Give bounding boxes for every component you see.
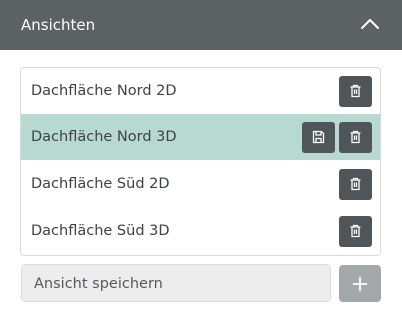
collapse-button[interactable] — [355, 11, 385, 39]
trash-icon — [350, 130, 361, 144]
delete-view-button[interactable] — [339, 76, 372, 107]
save-icon — [312, 130, 325, 144]
delete-view-button[interactable] — [339, 216, 372, 247]
panel-header: Ansichten — [0, 0, 402, 50]
view-item-label: Dachfläche Nord 2D — [31, 83, 177, 99]
view-item-nord-3d[interactable]: Dachfläche Nord 3D — [21, 114, 380, 160]
panel-title: Ansichten — [21, 16, 96, 34]
view-item-nord-2d[interactable]: Dachfläche Nord 2D — [21, 68, 380, 114]
trash-icon — [350, 177, 361, 191]
view-name-input[interactable]: Ansicht speichern — [21, 264, 331, 302]
views-list: Dachfläche Nord 2D Dachfläche Nord 3D Da… — [20, 67, 381, 256]
views-panel: Ansichten Dachfläche Nord 2D Dachfläche … — [0, 0, 402, 335]
trash-icon — [350, 84, 361, 98]
delete-view-button[interactable] — [339, 169, 372, 200]
trash-icon — [350, 224, 361, 238]
add-view-button[interactable] — [339, 265, 381, 302]
view-item-sued-3d[interactable]: Dachfläche Süd 3D — [21, 208, 380, 254]
delete-view-button[interactable] — [339, 122, 372, 153]
chevron-up-icon — [361, 19, 379, 29]
view-name-placeholder: Ansicht speichern — [34, 276, 163, 292]
view-item-label: Dachfläche Süd 2D — [31, 176, 170, 192]
view-item-label: Dachfläche Nord 3D — [31, 129, 177, 145]
plus-icon — [352, 276, 368, 292]
save-view-button[interactable] — [302, 122, 335, 153]
view-item-label: Dachfläche Süd 3D — [31, 223, 170, 239]
view-item-sued-2d[interactable]: Dachfläche Süd 2D — [21, 161, 380, 207]
